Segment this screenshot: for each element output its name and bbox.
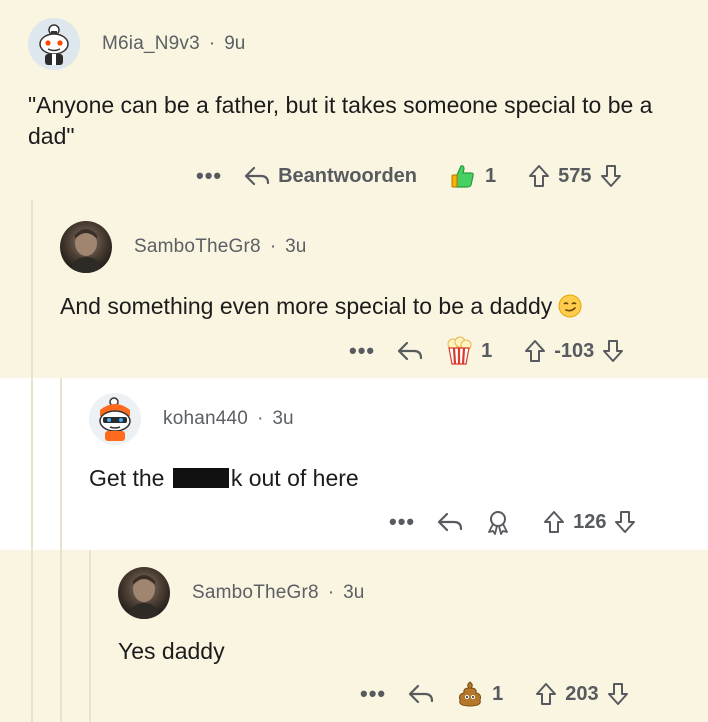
upvote-button[interactable] bbox=[524, 339, 546, 363]
thread-line-2[interactable] bbox=[60, 378, 62, 722]
award-count: 1 bbox=[492, 682, 504, 705]
reply-label: Beantwoorden bbox=[278, 164, 418, 187]
user-avatar[interactable] bbox=[28, 18, 80, 70]
vote-score: -103 bbox=[554, 339, 595, 362]
more-options-button[interactable]: ••• bbox=[349, 340, 375, 362]
comment-body-row: And something even more special to be a … bbox=[60, 291, 680, 322]
comment-body-after: k out of here bbox=[230, 465, 359, 491]
upvote-icon bbox=[544, 511, 565, 533]
censor-bar bbox=[172, 468, 229, 488]
upvote-icon bbox=[536, 683, 557, 705]
comment-body: Yes daddy bbox=[118, 638, 225, 664]
profile-photo-icon bbox=[70, 229, 102, 273]
upvote-icon bbox=[529, 165, 550, 187]
downvote-button[interactable] bbox=[602, 339, 624, 363]
reply-button[interactable] bbox=[397, 340, 423, 362]
reply-button[interactable] bbox=[437, 511, 463, 533]
comment-age: 3u bbox=[272, 408, 294, 429]
reply-arrow-icon bbox=[409, 684, 434, 704]
separator-dot: · bbox=[269, 236, 277, 257]
comment-header: SamboTheGr8 · 3u bbox=[60, 221, 306, 273]
vote-score: 575 bbox=[558, 164, 592, 187]
poop-award-icon bbox=[459, 681, 482, 707]
downvote-icon bbox=[607, 683, 628, 705]
vote-score: 203 bbox=[565, 682, 599, 705]
comment-header: SamboTheGr8 · 3u bbox=[118, 567, 364, 619]
downvote-icon bbox=[603, 340, 624, 362]
reply-arrow-icon bbox=[438, 512, 463, 532]
thread-line-3[interactable] bbox=[89, 550, 91, 722]
award-button[interactable] bbox=[485, 509, 511, 535]
username[interactable]: M6ia_N9v3 bbox=[102, 33, 200, 55]
separator-dot: · bbox=[257, 408, 264, 429]
award-count: 1 bbox=[481, 339, 493, 362]
smirk-emoji bbox=[558, 294, 582, 318]
comment-actions: ••• Beantwoorden 1 575 bbox=[196, 159, 622, 193]
award-button[interactable]: 1 bbox=[449, 162, 496, 190]
user-avatar[interactable] bbox=[89, 393, 141, 445]
username[interactable]: SamboTheGr8 bbox=[192, 582, 319, 604]
username[interactable]: kohan440 bbox=[163, 408, 248, 430]
reply-button[interactable] bbox=[408, 683, 434, 705]
comment-actions: ••• 1 203 bbox=[360, 677, 629, 711]
downvote-button[interactable] bbox=[607, 682, 629, 706]
award-outline-icon bbox=[488, 511, 509, 535]
comment-age: 9u bbox=[224, 33, 246, 54]
downvote-button[interactable] bbox=[600, 164, 622, 188]
comment-age: 3u bbox=[285, 236, 307, 257]
more-options-button[interactable]: ••• bbox=[360, 683, 386, 705]
comment-body: "Anyone can be a father, but it takes so… bbox=[28, 92, 653, 149]
upvote-icon bbox=[525, 340, 546, 362]
more-options-button[interactable]: ••• bbox=[389, 511, 415, 533]
reply-button[interactable]: Beantwoorden bbox=[244, 165, 417, 188]
award-button[interactable]: 1 bbox=[445, 336, 492, 366]
snoo-avatar bbox=[99, 397, 131, 441]
profile-photo-icon bbox=[128, 575, 160, 619]
comment-actions: ••• 1 -103 bbox=[349, 334, 624, 368]
separator-dot: · bbox=[327, 582, 335, 603]
comment-actions: ••• 126 bbox=[389, 505, 636, 539]
comment-header: kohan440 · 3u bbox=[89, 393, 294, 445]
downvote-icon bbox=[615, 511, 636, 533]
reply-arrow-icon bbox=[245, 166, 270, 186]
more-options-button[interactable]: ••• bbox=[196, 165, 222, 187]
thumbs-up-award-icon bbox=[451, 165, 474, 188]
downvote-button[interactable] bbox=[614, 510, 636, 534]
snoo-avatar bbox=[39, 24, 69, 65]
username[interactable]: SamboTheGr8 bbox=[134, 236, 261, 258]
comment-body: And something even more special to be a … bbox=[60, 293, 553, 319]
award-count: 1 bbox=[485, 164, 497, 187]
comment-body-before: Get the bbox=[89, 465, 171, 491]
upvote-button[interactable] bbox=[535, 682, 557, 706]
comment-header: M6ia_N9v3 · 9u bbox=[28, 18, 245, 70]
user-avatar[interactable] bbox=[60, 221, 112, 273]
user-avatar[interactable] bbox=[118, 567, 170, 619]
comment-age: 3u bbox=[343, 582, 365, 603]
thread-line-1[interactable] bbox=[31, 200, 33, 722]
upvote-button[interactable] bbox=[528, 164, 550, 188]
award-button[interactable]: 1 bbox=[456, 680, 503, 708]
popcorn-award-icon bbox=[447, 336, 472, 365]
separator-dot: · bbox=[208, 33, 216, 54]
upvote-button[interactable] bbox=[543, 510, 565, 534]
comment-body: Get the k out of here bbox=[89, 463, 669, 494]
downvote-icon bbox=[600, 165, 621, 187]
reply-arrow-icon bbox=[398, 341, 423, 361]
vote-score: 126 bbox=[573, 510, 607, 533]
